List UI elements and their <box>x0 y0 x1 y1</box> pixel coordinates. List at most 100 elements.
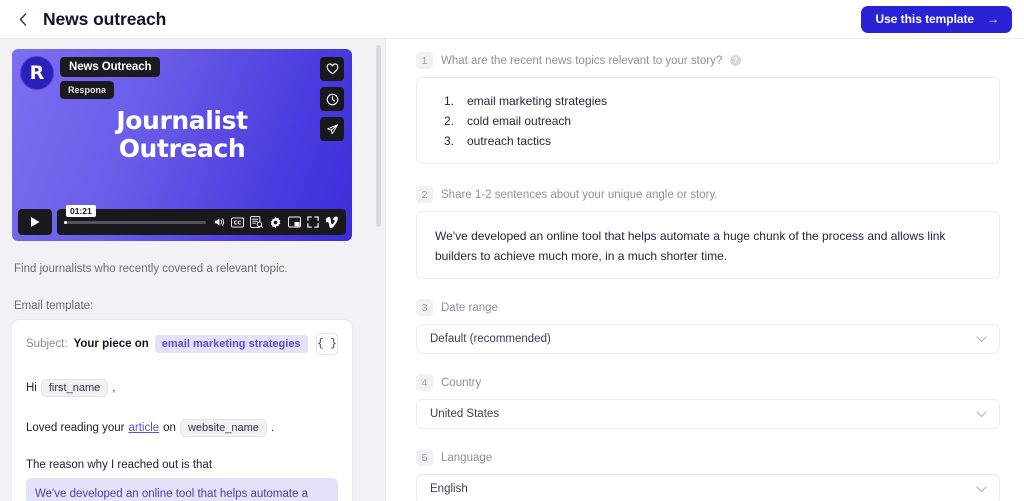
date-range-value: Default (recommended) <box>430 333 551 346</box>
question-3-header: 3 Date range <box>416 299 1000 317</box>
picture-in-picture-icon[interactable] <box>288 216 301 228</box>
topic-text: cold email outreach <box>467 114 572 128</box>
use-this-template-label: Use this template <box>875 12 975 26</box>
email-reason-line: The reason why I reached out is that <box>26 459 338 471</box>
subject-label: Subject: <box>26 338 68 350</box>
country-select[interactable]: United States <box>416 399 1000 430</box>
content-body: R News Outreach Respona Journalist Outre… <box>0 39 1024 501</box>
language-select[interactable]: English <box>416 474 1000 501</box>
news-topics-list: 1. email marketing strategies 2. cold em… <box>433 91 983 151</box>
topic-number: 3. <box>444 134 455 148</box>
question-5-label: Language <box>441 451 493 464</box>
email-template-card: Subject: Your piece on email marketing s… <box>12 320 352 501</box>
video-control-icons: CC <box>213 216 339 229</box>
fullscreen-icon[interactable] <box>307 216 319 228</box>
left-preview-panel: R News Outreach Respona Journalist Outre… <box>0 39 372 501</box>
video-timecode: 01:21 <box>66 204 96 217</box>
date-range-select[interactable]: Default (recommended) <box>416 324 1000 355</box>
use-this-template-button[interactable]: Use this template → <box>860 5 1012 33</box>
left-scroll-area: R News Outreach Respona Journalist Outre… <box>12 49 360 501</box>
question-1-block: 1 What are the recent news topics releva… <box>416 52 1000 164</box>
list-item[interactable]: 2. cold email outreach <box>433 111 983 131</box>
question-2-label: Share 1-2 sentences about your unique an… <box>441 188 718 201</box>
question-3-number: 3 <box>416 299 433 317</box>
list-item[interactable]: 1. email marketing strategies <box>433 91 983 111</box>
news-topics-field[interactable]: 1. email marketing strategies 2. cold em… <box>416 77 1000 164</box>
unique-angle-field[interactable]: We've developed an online tool that help… <box>416 211 1000 280</box>
subject-variable-token[interactable]: email marketing strategies <box>154 335 308 353</box>
chevron-down-icon <box>976 411 987 418</box>
subject-static-text: Your piece on <box>73 338 149 350</box>
chevron-down-icon <box>976 336 987 343</box>
video-player[interactable]: R News Outreach Respona Journalist Outre… <box>12 49 352 241</box>
chevron-left-icon <box>19 12 27 26</box>
left-panel-scrollbar[interactable] <box>376 45 381 227</box>
email-greeting-line: Hi first_name , <box>26 379 338 397</box>
question-4-header: 4 Country <box>416 374 1000 392</box>
topic-text: email marketing strategies <box>467 94 608 108</box>
first-name-token[interactable]: first_name <box>40 379 109 397</box>
question-4-number: 4 <box>416 374 433 392</box>
greeting-punctuation: , <box>112 382 116 394</box>
question-2-header: 2 Share 1-2 sentences about your unique … <box>416 186 1000 203</box>
video-control-bar: 01:21 CC <box>57 204 346 235</box>
website-name-token[interactable]: website_name <box>179 419 267 437</box>
email-highlight-block: We've developed an online tool that help… <box>26 478 338 501</box>
page-header: News outreach Use this template → <box>0 0 1024 39</box>
heart-icon[interactable] <box>320 57 344 81</box>
email-template-label: Email template: <box>14 300 94 312</box>
loved-static-text: Loved reading your <box>26 422 125 434</box>
unique-angle-text: We've developed an online tool that help… <box>435 229 946 264</box>
question-3-label: Date range <box>441 301 498 314</box>
respona-logo-icon: R <box>20 56 54 90</box>
loved-on-text: on <box>163 422 176 434</box>
video-center-line2: Outreach <box>118 134 246 163</box>
play-icon[interactable] <box>18 209 52 235</box>
arrow-right-icon: → <box>987 12 999 26</box>
app-root: News outreach Use this template → R News… <box>0 0 1024 501</box>
email-subject-row: Subject: Your piece on email marketing s… <box>26 333 338 355</box>
country-value: United States <box>430 408 500 421</box>
topic-number: 2. <box>444 114 455 128</box>
question-5-block: 5 Language English <box>416 449 1000 501</box>
vimeo-logo-icon[interactable] <box>325 216 339 228</box>
insert-variable-button[interactable]: { } <box>316 333 338 355</box>
reason-static-text: The reason why I reached out is that <box>26 459 213 471</box>
question-2-number: 2 <box>416 186 433 203</box>
volume-icon[interactable] <box>213 216 225 228</box>
topic-number: 1. <box>444 94 455 108</box>
question-4-label: Country <box>441 376 482 389</box>
video-controls: 01:21 CC <box>18 204 346 235</box>
question-3-block: 3 Date range Default (recommended) <box>416 299 1000 355</box>
question-5-header: 5 Language <box>416 449 1000 467</box>
transcript-icon[interactable] <box>250 216 263 228</box>
video-author-badge: Respona <box>60 81 115 99</box>
question-4-block: 4 Country United States <box>416 374 1000 430</box>
settings-icon[interactable] <box>269 216 282 229</box>
article-link[interactable]: article <box>128 422 159 434</box>
panel-divider <box>372 39 386 501</box>
help-icon[interactable]: ? <box>730 55 742 66</box>
video-badges: News Outreach Respona <box>60 57 161 99</box>
cc-icon[interactable]: CC <box>231 216 244 228</box>
video-progress-bar[interactable]: 01:21 <box>64 204 206 224</box>
language-value: English <box>430 483 468 496</box>
video-progress-fill <box>64 220 67 224</box>
list-item[interactable]: 3. outreach tactics <box>433 131 983 151</box>
chevron-down-icon <box>976 486 987 493</box>
questions-panel: 1 What are the recent news topics releva… <box>386 39 1024 501</box>
preview-hint-text: Find journalists who recently covered a … <box>14 263 288 275</box>
email-loved-line: Loved reading your article on website_na… <box>26 419 338 437</box>
loved-punctuation: . <box>270 422 275 434</box>
video-title-badge: News Outreach <box>60 57 161 77</box>
question-2-block: 2 Share 1-2 sentences about your unique … <box>416 186 1000 280</box>
question-5-number: 5 <box>416 449 433 467</box>
back-button[interactable] <box>14 10 32 28</box>
page-title: News outreach <box>43 8 167 29</box>
question-1-header: 1 What are the recent news topics releva… <box>416 52 1000 69</box>
question-1-number: 1 <box>416 52 433 69</box>
